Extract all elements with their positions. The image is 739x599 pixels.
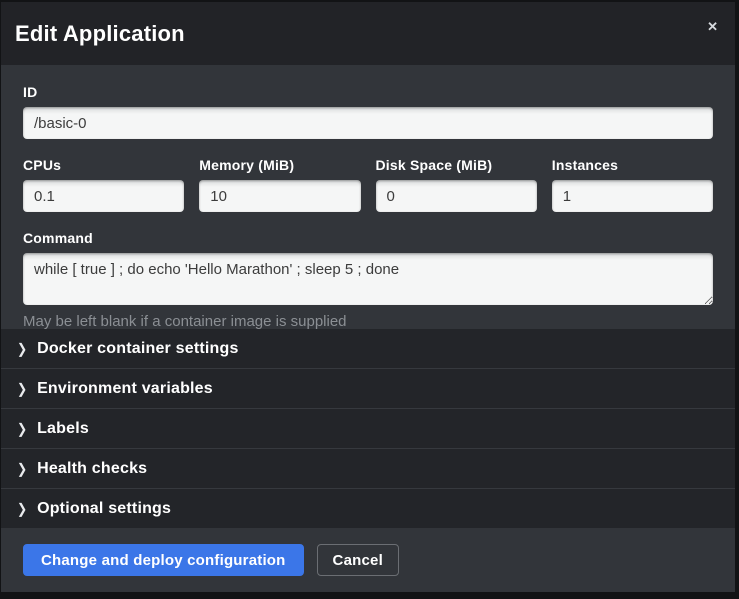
command-textarea[interactable]: while [ true ] ; do echo 'Hello Marathon… bbox=[23, 253, 713, 305]
section-environment-variables[interactable]: ❯ Environment variables bbox=[1, 368, 735, 408]
section-label: Optional settings bbox=[37, 500, 171, 518]
cpus-label: CPUs bbox=[23, 157, 184, 173]
memory-input[interactable] bbox=[199, 180, 360, 212]
modal-header: Edit Application ✕ bbox=[1, 2, 735, 65]
section-health-checks[interactable]: ❯ Health checks bbox=[1, 448, 735, 488]
section-label: Labels bbox=[37, 420, 89, 438]
chevron-right-icon: ❯ bbox=[17, 502, 27, 516]
section-label: Health checks bbox=[37, 460, 147, 478]
instances-input[interactable] bbox=[552, 180, 713, 212]
section-docker-container-settings[interactable]: ❯ Docker container settings bbox=[1, 329, 735, 368]
cancel-button[interactable]: Cancel bbox=[317, 544, 399, 576]
id-field-group: ID bbox=[23, 84, 713, 139]
section-labels[interactable]: ❯ Labels bbox=[1, 408, 735, 448]
memory-field-group: Memory (MiB) bbox=[199, 157, 360, 212]
section-label: Environment variables bbox=[37, 380, 213, 398]
cpus-field-group: CPUs bbox=[23, 157, 184, 212]
instances-label: Instances bbox=[552, 157, 713, 173]
command-help-text: May be left blank if a container image i… bbox=[23, 313, 713, 330]
id-label: ID bbox=[23, 84, 713, 100]
modal-footer: Change and deploy configuration Cancel bbox=[1, 528, 735, 592]
resources-row: CPUs Memory (MiB) Disk Space (MiB) Insta… bbox=[23, 157, 713, 212]
collapsible-sections: ❯ Docker container settings ❯ Environmen… bbox=[1, 329, 735, 528]
disk-label: Disk Space (MiB) bbox=[376, 157, 537, 173]
cpus-input[interactable] bbox=[23, 180, 184, 212]
section-optional-settings[interactable]: ❯ Optional settings bbox=[1, 488, 735, 528]
chevron-right-icon: ❯ bbox=[17, 382, 27, 396]
id-input[interactable] bbox=[23, 107, 713, 139]
memory-label: Memory (MiB) bbox=[199, 157, 360, 173]
command-label: Command bbox=[23, 230, 713, 246]
edit-application-modal: Edit Application ✕ ID CPUs Memory (MiB) … bbox=[1, 2, 735, 592]
command-field-group: Command while [ true ] ; do echo 'Hello … bbox=[23, 230, 713, 330]
chevron-right-icon: ❯ bbox=[17, 422, 27, 436]
disk-field-group: Disk Space (MiB) bbox=[376, 157, 537, 212]
change-and-deploy-button[interactable]: Change and deploy configuration bbox=[23, 544, 304, 576]
page-title: Edit Application bbox=[15, 21, 185, 47]
chevron-right-icon: ❯ bbox=[17, 462, 27, 476]
section-label: Docker container settings bbox=[37, 340, 239, 358]
close-icon[interactable]: ✕ bbox=[705, 18, 720, 35]
instances-field-group: Instances bbox=[552, 157, 713, 212]
chevron-right-icon: ❯ bbox=[17, 342, 27, 356]
disk-input[interactable] bbox=[376, 180, 537, 212]
modal-body: ID CPUs Memory (MiB) Disk Space (MiB) In… bbox=[1, 65, 735, 329]
